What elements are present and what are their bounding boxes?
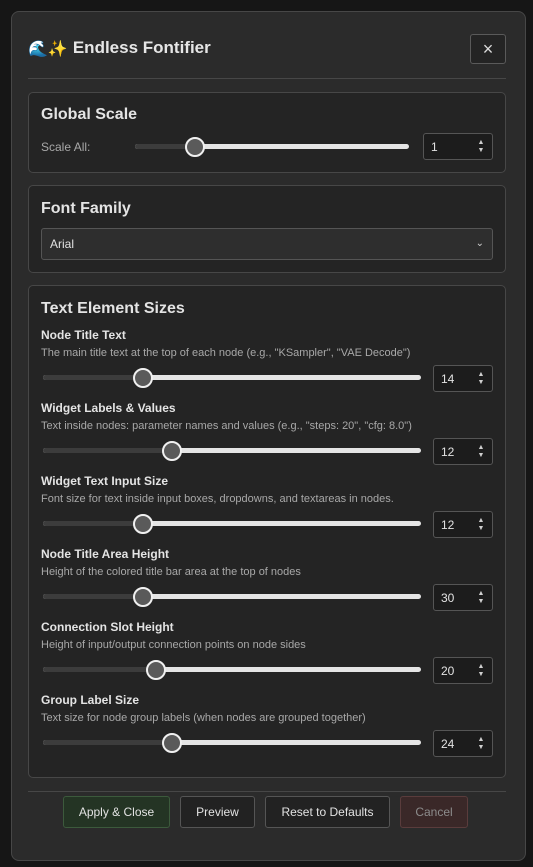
cancel-button[interactable]: Cancel: [400, 796, 468, 828]
dialog-header: 🌊✨ Endless Fontifier ×: [28, 34, 506, 66]
size-item-description: Height of the colored title bar area at …: [41, 566, 301, 578]
slider-thumb[interactable]: [162, 441, 183, 461]
scale-all-value: 1: [431, 139, 438, 154]
slider-track-fill: [43, 448, 173, 453]
spinner-arrows-icon[interactable]: ▲ ▼: [476, 139, 486, 155]
spinner-arrows-icon[interactable]: ▲ ▼: [476, 663, 486, 679]
size-item-description: Text size for node group labels (when no…: [41, 712, 366, 724]
text-sizes-title: Text Element Sizes: [41, 300, 185, 317]
size-item-title: Widget Labels & Values: [41, 401, 176, 415]
size-item-slider[interactable]: [43, 660, 421, 680]
size-item-title: Widget Text Input Size: [41, 474, 169, 488]
size-item-value: 30: [441, 590, 455, 605]
slider-thumb[interactable]: [185, 137, 206, 157]
scale-all-slider[interactable]: [135, 137, 409, 157]
preview-button[interactable]: Preview: [180, 796, 255, 828]
fontifier-dialog: 🌊✨ Endless Fontifier × Global Scale Scal…: [11, 11, 526, 861]
size-item-slider[interactable]: [43, 733, 421, 753]
header-divider: [28, 78, 506, 79]
size-item-input[interactable]: 24 ▲ ▼: [433, 730, 493, 757]
size-item-value: 24: [441, 736, 455, 751]
size-item-title: Group Label Size: [41, 693, 140, 707]
size-item-title: Connection Slot Height: [41, 620, 174, 634]
size-item-slider[interactable]: [43, 441, 421, 461]
size-item-input[interactable]: 20 ▲ ▼: [433, 657, 493, 684]
size-item-value: 14: [441, 371, 455, 386]
size-item-input[interactable]: 14 ▲ ▼: [433, 365, 493, 392]
global-scale-title: Global Scale: [41, 106, 138, 123]
footer-divider: [28, 791, 506, 792]
size-item-description: Font size for text inside input boxes, d…: [41, 493, 394, 505]
font-family-title: Font Family: [41, 200, 131, 217]
global-scale-section: Global Scale Scale All: 1 ▲ ▼: [28, 92, 506, 173]
size-item-title: Node Title Area Height: [41, 547, 170, 561]
dialog-title: 🌊✨ Endless Fontifier: [28, 38, 211, 58]
slider-thumb[interactable]: [132, 514, 153, 534]
slider-thumb[interactable]: [162, 733, 183, 753]
spinner-arrows-icon[interactable]: ▲ ▼: [476, 736, 486, 752]
reset-defaults-button[interactable]: Reset to Defaults: [265, 796, 390, 828]
wave-sparkle-icon: 🌊✨: [28, 38, 68, 58]
size-item-slider[interactable]: [43, 587, 421, 607]
slider-track-fill: [43, 594, 143, 599]
size-item-description: Text inside nodes: parameter names and v…: [41, 420, 412, 432]
size-item-value: 12: [441, 517, 455, 532]
font-family-section: Font Family Arial ⌄: [28, 185, 506, 273]
spinner-arrows-icon[interactable]: ▲ ▼: [476, 590, 486, 606]
spinner-arrows-icon[interactable]: ▲ ▼: [476, 444, 486, 460]
slider-thumb[interactable]: [145, 660, 166, 680]
size-item-description: The main title text at the top of each n…: [41, 347, 411, 359]
size-item-input[interactable]: 30 ▲ ▼: [433, 584, 493, 611]
slider-track-fill: [43, 667, 156, 672]
close-button[interactable]: ×: [470, 34, 506, 64]
slider-thumb[interactable]: [132, 587, 153, 607]
size-item-slider[interactable]: [43, 514, 421, 534]
slider-track-fill: [43, 521, 143, 526]
slider-thumb[interactable]: [132, 368, 153, 388]
scale-all-label: Scale All:: [41, 140, 91, 154]
scale-all-input[interactable]: 1 ▲ ▼: [423, 133, 493, 160]
spinner-arrows-icon[interactable]: ▲ ▼: [476, 371, 486, 387]
size-item-slider[interactable]: [43, 368, 421, 388]
text-sizes-section: Text Element Sizes Node Title Text The m…: [28, 285, 506, 778]
size-item-input[interactable]: 12 ▲ ▼: [433, 511, 493, 538]
size-item-value: 12: [441, 444, 455, 459]
close-icon: ×: [482, 38, 494, 59]
spinner-arrows-icon[interactable]: ▲ ▼: [476, 517, 486, 533]
slider-track-fill: [43, 740, 173, 745]
size-item-value: 20: [441, 663, 455, 678]
size-item-title: Node Title Text: [41, 328, 126, 342]
size-item-description: Height of input/output connection points…: [41, 639, 306, 651]
font-family-selected: Arial: [50, 237, 75, 251]
apply-close-button[interactable]: Apply & Close: [63, 796, 170, 828]
chevron-down-icon: ⌄: [475, 238, 484, 249]
dialog-title-text: Endless Fontifier: [72, 38, 211, 57]
slider-track-fill: [43, 375, 143, 380]
font-family-select[interactable]: Arial ⌄: [41, 228, 493, 260]
size-item-input[interactable]: 12 ▲ ▼: [433, 438, 493, 465]
